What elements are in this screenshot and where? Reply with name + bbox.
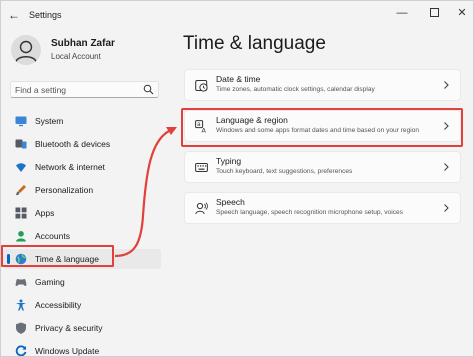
accessibility-icon <box>16 299 26 311</box>
title-bar: ← Settings — ✕ <box>1 1 473 29</box>
refresh-icon <box>15 345 27 356</box>
speech-icon <box>195 202 208 215</box>
person-icon <box>16 231 26 242</box>
card-speech[interactable]: Speech Speech language, speech recogniti… <box>184 192 461 224</box>
apps-icon <box>15 207 27 219</box>
chevron-right-icon <box>444 81 449 89</box>
sidebar-item-accounts[interactable]: Accounts <box>3 226 161 246</box>
card-subtitle: Time zones, automatic clock settings, ca… <box>216 86 375 93</box>
sidebar-item-label: Bluetooth & devices <box>35 139 111 149</box>
minimize-icon[interactable]: — <box>388 5 416 21</box>
gamepad-icon <box>15 279 27 286</box>
sidebar-item-windows-update[interactable]: Windows Update <box>3 341 161 356</box>
clock-icon <box>195 80 208 92</box>
highlight-box-language-region <box>181 108 463 147</box>
sidebar-item-gaming[interactable]: Gaming <box>3 272 161 292</box>
keyboard-icon <box>195 163 208 172</box>
brush-icon <box>16 185 26 196</box>
card-subtitle: Speech language, speech recognition micr… <box>216 209 403 216</box>
monitor-icon <box>15 116 27 127</box>
sidebar-item-label: Apps <box>35 208 55 218</box>
shield-icon <box>16 322 26 334</box>
sidebar-item-label: Windows Update <box>35 346 100 356</box>
sidebar-item-label: System <box>35 116 64 126</box>
chevron-right-icon <box>444 163 449 171</box>
search-box[interactable] <box>10 81 159 98</box>
settings-window: ← Settings — ✕ Subhan Zafar Local Accoun… <box>1 1 473 356</box>
card-title: Date & time <box>216 74 261 84</box>
card-date-time[interactable]: Date & time Time zones, automatic clock … <box>184 69 461 101</box>
chevron-right-icon <box>444 204 449 212</box>
wifi-icon <box>16 163 26 172</box>
search-icon[interactable] <box>143 84 154 95</box>
sidebar-item-system[interactable]: System <box>3 111 161 131</box>
sidebar-item-accessibility[interactable]: Accessibility <box>3 295 161 315</box>
sidebar-item-label: Accessibility <box>35 300 82 310</box>
sidebar-item-label: Gaming <box>35 277 65 287</box>
maximize-icon[interactable] <box>420 5 448 21</box>
account-type: Local Account <box>51 52 101 61</box>
sidebar-item-personalization[interactable]: Personalization <box>3 180 161 200</box>
page-title: Time & language <box>183 33 326 54</box>
card-title: Speech <box>216 197 245 207</box>
bluetooth-icon <box>15 139 27 149</box>
app-title: Settings <box>29 10 62 20</box>
sidebar-item-label: Accounts <box>35 231 70 241</box>
sidebar-item-bluetooth[interactable]: Bluetooth & devices <box>3 134 161 154</box>
card-typing[interactable]: Typing Touch keyboard, text suggestions,… <box>184 151 461 183</box>
sidebar-item-label: Privacy & security <box>35 323 103 333</box>
card-title: Typing <box>216 156 242 166</box>
card-subtitle: Touch keyboard, text suggestions, prefer… <box>216 168 353 175</box>
sidebar-item-label: Personalization <box>35 185 94 195</box>
search-input[interactable] <box>15 83 135 96</box>
sidebar-item-label: Network & internet <box>35 162 105 172</box>
sidebar-item-privacy-security[interactable]: Privacy & security <box>3 318 161 338</box>
sidebar-item-apps[interactable]: Apps <box>3 203 161 223</box>
highlight-box-time-language <box>1 245 114 267</box>
user-name: Subhan Zafar <box>51 38 115 49</box>
back-arrow-icon[interactable]: ← <box>7 8 21 22</box>
close-icon[interactable]: ✕ <box>448 5 473 21</box>
sidebar-item-network[interactable]: Network & internet <box>3 157 161 177</box>
avatar <box>11 35 41 65</box>
